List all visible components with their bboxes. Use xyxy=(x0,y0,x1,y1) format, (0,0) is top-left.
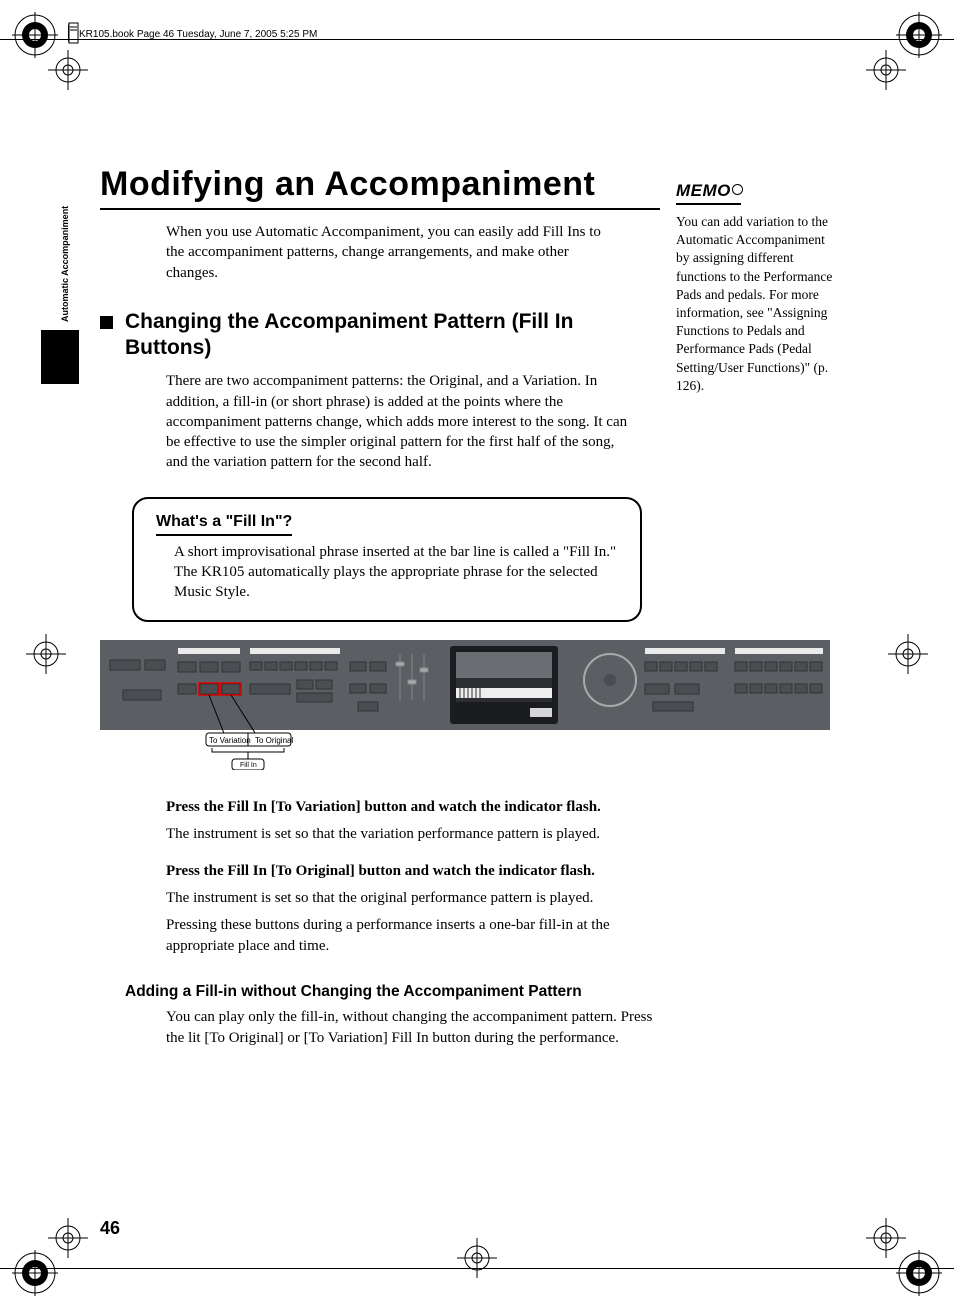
subsection-heading: Adding a Fill-in without Changing the Ac… xyxy=(125,983,640,1001)
crop-line-bottom xyxy=(0,1268,954,1269)
edge-target-top-right xyxy=(866,50,906,90)
side-tab-label: Automatic Accompaniment xyxy=(60,206,70,322)
edge-target-bottom-mid xyxy=(457,1238,497,1278)
instruction-2-heading: Press the Fill In [To Original] button a… xyxy=(166,861,638,882)
book-icon xyxy=(68,22,80,44)
edge-target-bottom-right xyxy=(866,1218,906,1258)
side-tab-block xyxy=(41,330,79,384)
instruction-1-body: The instrument is set so that the variat… xyxy=(166,824,638,845)
panel-callout-to-variation: To Variation xyxy=(209,736,251,745)
section-body: There are two accompaniment patterns: th… xyxy=(166,371,638,472)
instruction-2-body: The instrument is set so that the origin… xyxy=(166,888,638,909)
page-number: 46 xyxy=(100,1218,120,1239)
page-title: Modifying an Accompaniment xyxy=(100,165,850,204)
instruction-block: Press the Fill In [To Variation] button … xyxy=(166,797,638,957)
section-heading: Changing the Accompaniment Pattern (Fill… xyxy=(125,309,635,362)
intro-paragraph: When you use Automatic Accompaniment, yo… xyxy=(166,222,620,283)
pdf-header-line: KR105.book Page 46 Tuesday, June 7, 2005… xyxy=(79,29,317,40)
subsection-body: You can play only the fill-in, without c… xyxy=(166,1007,656,1048)
keyboard-panel-illustration: To Variation To Original Fill In xyxy=(100,640,830,775)
callout-body: A short improvisational phrase inserted … xyxy=(174,542,618,603)
section-heading-row: Changing the Accompaniment Pattern (Fill… xyxy=(100,309,640,362)
panel-callout-fill-in: Fill In xyxy=(240,762,257,769)
edge-target-mid-left xyxy=(26,634,66,674)
callout-box: What's a "Fill In"? A short improvisatio… xyxy=(132,497,642,623)
instruction-1-heading: Press the Fill In [To Variation] button … xyxy=(166,797,638,818)
edge-target-mid-right xyxy=(888,634,928,674)
edge-target-top-left xyxy=(48,50,88,90)
page-content: Modifying an Accompaniment When you use … xyxy=(100,165,850,1048)
edge-target-bottom-left xyxy=(48,1218,88,1258)
title-rule xyxy=(100,208,660,210)
panel-callout-to-original: To Original xyxy=(255,736,293,745)
instruction-2-body-2: Pressing these buttons during a performa… xyxy=(166,915,638,957)
section-bullet-icon xyxy=(100,316,113,329)
callout-title: What's a "Fill In"? xyxy=(156,513,292,536)
